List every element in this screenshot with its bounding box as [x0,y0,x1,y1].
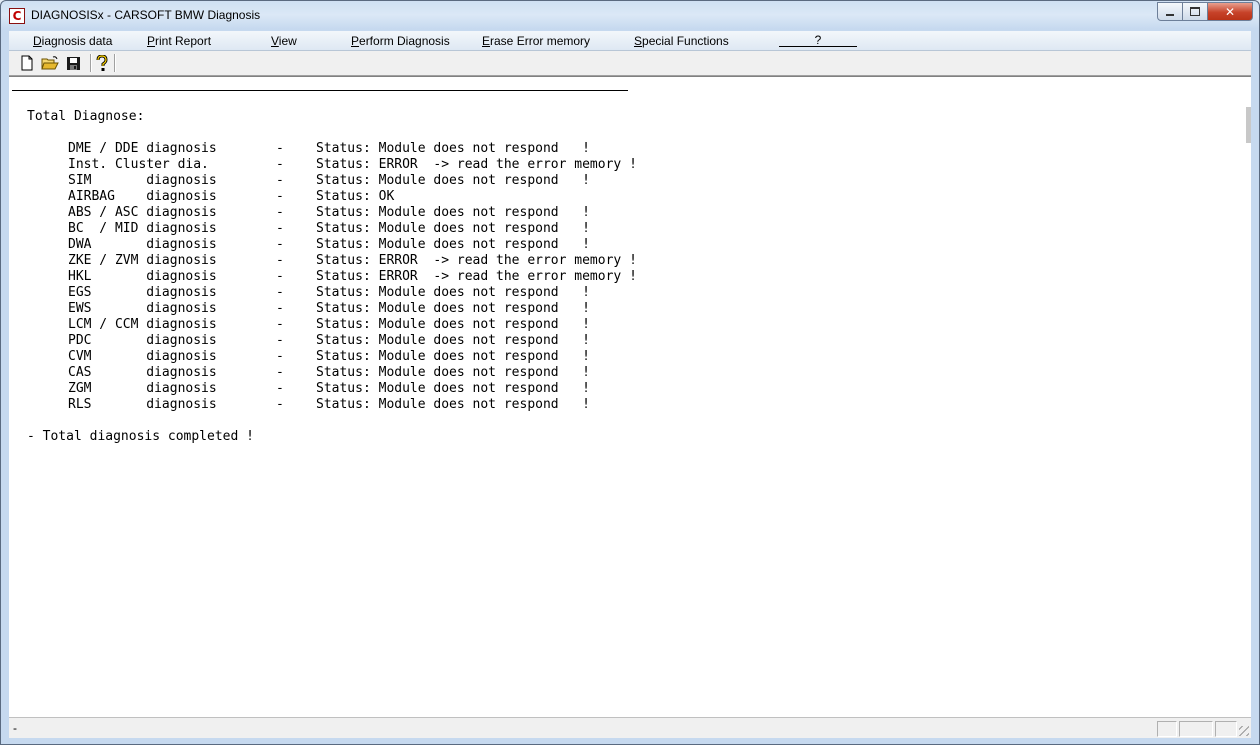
module-name: ABS / ASC diagnosis [68,205,217,220]
save-disk-icon [66,56,80,70]
app-window: C DIAGNOSISx - CARSOFT BMW Diagnosis ✕ D… [0,0,1260,745]
module-status: Status: Module does not respond ! [316,381,590,396]
module-status: Status: Module does not respond ! [316,285,590,300]
module-status: Status: Module does not respond ! [316,349,590,364]
menu-erase-error-memory[interactable]: Erase Error memory [482,34,590,48]
status-pane [1215,721,1237,737]
module-status: Status: Module does not respond ! [316,317,590,332]
status-pane [1179,721,1213,737]
row-dash: - [276,285,284,300]
open-button[interactable] [41,54,59,72]
row-dash: - [276,333,284,348]
menu-print-report[interactable]: Print Report [147,34,211,48]
module-name: ZGM diagnosis [68,381,217,396]
window-title: DIAGNOSISx - CARSOFT BMW Diagnosis [31,8,261,22]
report-heading: Total Diagnose: [27,109,145,124]
new-document-icon [21,55,33,71]
menu-view[interactable]: View [271,34,297,48]
module-name: HKL diagnosis [68,269,217,284]
toolbar-separator [114,54,116,72]
module-status: Status: ERROR -> read the error memory ! [316,157,637,172]
row-dash: - [276,141,284,156]
module-name: SIM diagnosis [68,173,217,188]
module-name: CVM diagnosis [68,349,217,364]
row-dash: - [276,253,284,268]
status-text: - [13,721,17,735]
row-dash: - [276,381,284,396]
module-name: Inst. Cluster dia. [68,157,209,172]
row-dash: - [276,397,284,412]
status-bar: - [9,717,1251,738]
resize-grip-icon[interactable] [1239,726,1249,736]
open-folder-icon [41,56,59,70]
module-name: CAS diagnosis [68,365,217,380]
row-dash: - [276,189,284,204]
report-divider [12,90,628,91]
module-status: Status: ERROR -> read the error memory ! [316,269,637,284]
module-status: Status: Module does not respond ! [316,237,590,252]
module-name: DME / DDE diagnosis [68,141,217,156]
menu-perform-diagnosis[interactable]: Perform Diagnosis [351,34,450,48]
module-status: Status: Module does not respond ! [316,333,590,348]
module-name: BC / MID diagnosis [68,221,217,236]
toolbar-separator [90,54,92,72]
menu-special-functions[interactable]: Special Functions [634,34,729,48]
close-icon: ✕ [1224,4,1236,19]
module-name: PDC diagnosis [68,333,217,348]
module-status: Status: Module does not respond ! [316,301,590,316]
new-button[interactable] [18,54,36,72]
row-dash: - [276,221,284,236]
row-dash: - [276,173,284,188]
row-dash: - [276,205,284,220]
caption-buttons: ✕ [1157,2,1253,21]
module-status: Status: Module does not respond ! [316,173,590,188]
title-bar[interactable]: C DIAGNOSISx - CARSOFT BMW Diagnosis ✕ [1,1,1259,29]
help-button[interactable] [93,54,111,72]
menu-diagnosis-data[interactable]: Diagnosis data [33,34,112,48]
module-name: EWS diagnosis [68,301,217,316]
menu-help[interactable]: ? [779,34,857,47]
row-dash: - [276,237,284,252]
module-status: Status: Module does not respond ! [316,205,590,220]
row-dash: - [276,301,284,316]
report-footer: - Total diagnosis completed ! [27,429,254,444]
row-dash: - [276,365,284,380]
toolbar [9,51,1251,76]
module-status: Status: OK [316,189,395,204]
help-question-icon [96,54,108,71]
report-view[interactable]: Total Diagnose: DME / DDE diagnosis - Stat… [9,76,1251,717]
module-name: ZKE / ZVM diagnosis [68,253,217,268]
module-name: AIRBAG diagnosis [68,189,217,204]
module-status: Status: Module does not respond ! [316,365,590,380]
scroll-indicator[interactable] [1246,107,1251,143]
status-pane [1157,721,1177,737]
row-dash: - [276,269,284,284]
row-dash: - [276,157,284,172]
row-dash: - [276,317,284,332]
module-name: EGS diagnosis [68,285,217,300]
save-button[interactable] [64,54,82,72]
minimize-icon [1166,13,1174,16]
module-status: Status: Module does not respond ! [316,141,590,156]
maximize-button[interactable] [1183,2,1208,21]
maximize-icon [1190,7,1200,16]
row-dash: - [276,349,284,364]
module-status: Status: ERROR -> read the error memory ! [316,253,637,268]
module-status: Status: Module does not respond ! [316,397,590,412]
minimize-button[interactable] [1157,2,1183,21]
module-name: LCM / CCM diagnosis [68,317,217,332]
app-logo-icon[interactable]: C [9,8,25,24]
module-name: RLS diagnosis [68,397,217,412]
module-name: DWA diagnosis [68,237,217,252]
module-status: Status: Module does not respond ! [316,221,590,236]
close-button[interactable]: ✕ [1208,2,1253,21]
menu-bar: Diagnosis data Print Report View Perform… [9,31,1251,51]
